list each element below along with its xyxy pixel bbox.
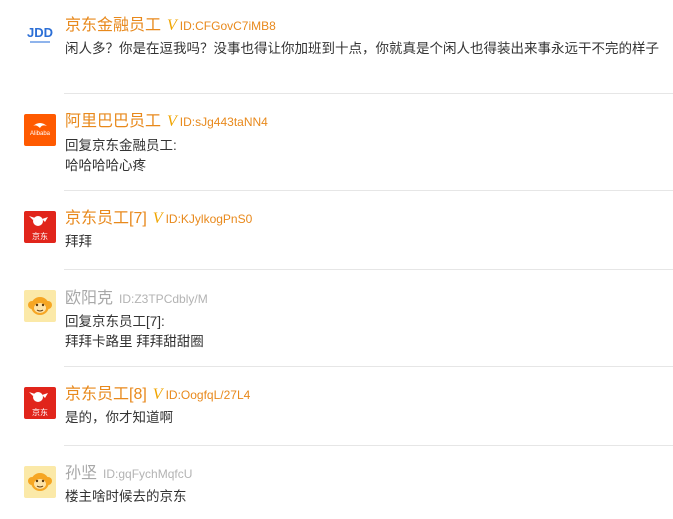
comment-text: 拜拜 [65, 234, 92, 249]
username-text[interactable]: 欧阳克 [65, 290, 113, 307]
username[interactable]: 京东员工[7] V ID:KJylkogPnS0 [65, 209, 252, 229]
monkey-avatar-icon[interactable] [24, 466, 56, 498]
comment-text: 闲人多？你是在逗我吗？没事也得让你加班到十点，你就真是个闲人也得装出来事永远干不… [65, 41, 659, 56]
user-id: ID:KJylkogPnS0 [165, 212, 253, 226]
comment-text: 哈哈哈哈心疼 [65, 158, 146, 173]
username[interactable]: 阿里巴巴员工 V ID:sJg443taNN4 [65, 112, 268, 132]
username-text[interactable]: 孙坚 [65, 465, 97, 482]
username-text[interactable]: 京东金融员工 [65, 17, 161, 34]
comment-item: 孙坚 ID:gqFychMqfcU 楼主啥时候去的京东 [0, 446, 673, 519]
username[interactable]: 欧阳克 ID:Z3TPCdbly/M [65, 289, 208, 309]
user-id: ID:Z3TPCdbly/M [119, 292, 208, 306]
svg-text:京东: 京东 [32, 231, 48, 241]
user-id: ID:OogfqL/27L4 [165, 388, 251, 402]
comment-item: JDD 京东金融员工 V ID:CFGovC7iMB8 闲人多？你是在逗我吗？没事也… [0, 0, 673, 94]
comment-body: 回复京东员工[7]: 拜拜卡路里 拜拜甜甜圈 [65, 312, 665, 352]
username-text[interactable]: 京东员工[8] [65, 386, 147, 403]
comment-body: 是的，你才知道啊 [65, 408, 665, 428]
username[interactable]: 京东金融员工 V ID:CFGovC7iMB8 [65, 16, 276, 36]
jd-dog-logo-icon[interactable]: 京东 [24, 211, 56, 243]
jd-dog-logo-icon[interactable]: 京东 [24, 387, 56, 419]
monkey-avatar-icon[interactable] [24, 290, 56, 322]
user-id: ID:CFGovC7iMB8 [179, 19, 276, 33]
username-text[interactable]: 京东员工[7] [65, 210, 147, 227]
username[interactable]: 孙坚 ID:gqFychMqfcU [65, 464, 192, 484]
comment-body: 回复京东金融员工: 哈哈哈哈心疼 [65, 136, 665, 176]
comment-text: 是的，你才知道啊 [65, 410, 173, 425]
username[interactable]: 京东员工[8] V ID:OogfqL/27L4 [65, 385, 250, 405]
comment-item: 欧阳克 ID:Z3TPCdbly/M 回复京东员工[7]: 拜拜卡路里 拜拜甜甜圈 [0, 270, 673, 367]
verified-v-icon: V [152, 386, 163, 403]
jdd-logo-icon[interactable]: JDD [24, 17, 56, 49]
comment-item: Alibaba 阿里巴巴员工 V ID:sJg443taNN4 回复京东金融员工: … [0, 94, 673, 191]
user-id: ID:sJg443taNN4 [179, 115, 268, 129]
comment-body: 闲人多？你是在逗我吗？没事也得让你加班到十点，你就真是个闲人也得装出来事永远干不… [65, 39, 665, 59]
verified-v-icon: V [152, 210, 163, 227]
username-text[interactable]: 阿里巴巴员工 [65, 113, 161, 130]
comment-text: 拜拜卡路里 拜拜甜甜圈 [65, 334, 204, 349]
reply-to-text: 回复京东员工[7]: [65, 314, 165, 329]
reply-to-text: 回复京东金融员工: [65, 138, 177, 153]
comment-item: 京东 京东员工[7] V ID:KJylkogPnS0 拜拜 [0, 191, 673, 270]
verified-v-icon: V [167, 113, 177, 130]
comment-body: 拜拜 [65, 232, 665, 252]
svg-text:Alibaba: Alibaba [30, 131, 51, 137]
comment-item: 京东 京东员工[8] V ID:OogfqL/27L4 是的，你才知道啊 [0, 367, 673, 446]
comment-text: 楼主啥时候去的京东 [65, 489, 187, 504]
user-id: ID:gqFychMqfcU [103, 467, 193, 481]
comment-body: 楼主啥时候去的京东 [65, 487, 665, 507]
svg-text:JDD: JDD [27, 25, 53, 40]
alibaba-logo-icon[interactable]: Alibaba [24, 114, 56, 146]
svg-text:京东: 京东 [32, 407, 48, 417]
verified-v-icon: V [167, 17, 177, 34]
